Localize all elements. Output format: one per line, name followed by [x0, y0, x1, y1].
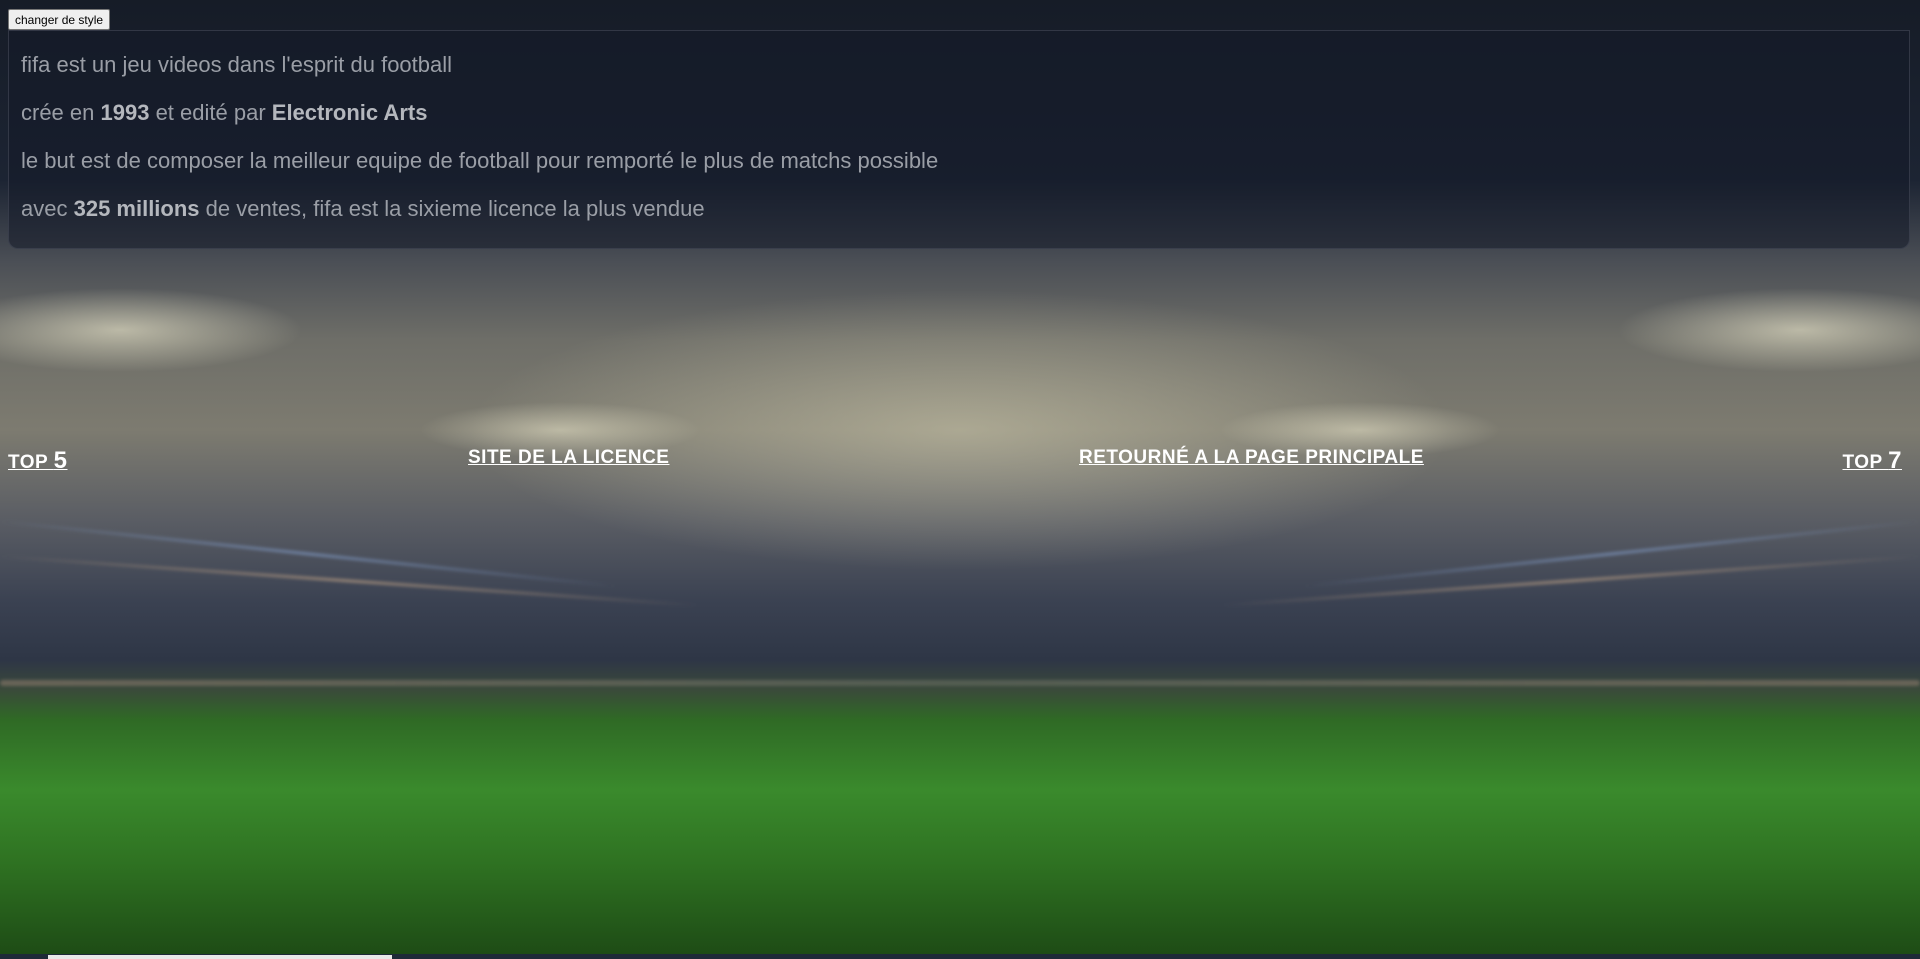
scrollbar-thumb[interactable] [48, 955, 392, 959]
top5-word: top [8, 452, 54, 473]
goal-text: le but est de composer la meilleur equip… [21, 148, 939, 173]
publisher-name: Electronic Arts [271, 100, 428, 125]
info-line-sales: avec 325 millions de ventes, fifa est la… [21, 197, 1897, 245]
top7-word: top [1842, 452, 1889, 473]
creation-prefix: crée en [21, 100, 101, 125]
top5-number: 5 [53, 447, 68, 474]
licence-site-link[interactable]: site de la licence [468, 447, 669, 469]
info-panel: fifa est un jeu videos dans l'esprit du … [8, 30, 1910, 249]
page-body: { "style_button": { "label": "changer de… [0, 0, 1920, 959]
sales-prefix: avec [21, 196, 74, 221]
home-page-link[interactable]: retourné a la page principale [1079, 447, 1424, 469]
change-style-button[interactable]: changer de style [8, 9, 111, 30]
light-streak-right-2 [1221, 555, 1920, 607]
horizontal-scrollbar[interactable] [0, 954, 1920, 959]
sales-suffix: de ventes, fifa est la sixieme licence l… [199, 196, 705, 221]
info-line-creation: crée en 1993 et edité par Electronic Art… [21, 101, 1897, 149]
horizon-glow [0, 680, 1920, 686]
info-line-goal: le but est de composer la meilleur equip… [21, 149, 1897, 197]
light-streak-left-2 [0, 555, 699, 607]
top7-number: 7 [1888, 447, 1902, 474]
info-line-description: fifa est un jeu videos dans l'esprit du … [21, 53, 1897, 101]
top7-link[interactable]: top 7 [1842, 447, 1902, 475]
description-text: fifa est un jeu videos dans l'esprit du … [21, 52, 453, 77]
creation-middle: et edité par [149, 100, 272, 125]
sales-figure: 325 millions [73, 196, 200, 221]
creation-year: 1993 [100, 100, 150, 125]
top5-link[interactable]: top 5 [8, 447, 68, 475]
